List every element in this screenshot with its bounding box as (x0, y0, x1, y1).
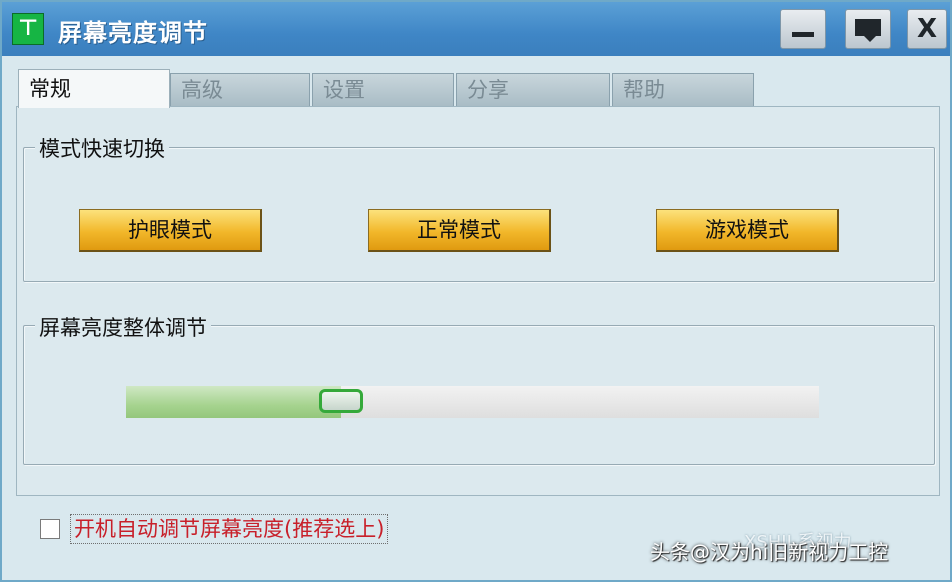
brightness-slider[interactable] (126, 386, 819, 418)
tab-label: 帮助 (623, 78, 665, 102)
tab-general[interactable]: 常规 (18, 69, 170, 108)
minimize-button[interactable] (780, 9, 826, 49)
tab-advanced[interactable]: 高级 (170, 73, 310, 106)
brightness-group-legend: 屏幕亮度整体调节 (35, 312, 211, 342)
title-bar[interactable]: ⊤ 屏幕亮度调节 X (2, 2, 950, 56)
tab-label: 高级 (181, 78, 223, 102)
minimize-icon (792, 31, 814, 37)
tab-label: 常规 (29, 77, 71, 101)
mode-group-legend: 模式快速切换 (35, 133, 169, 163)
window-title: 屏幕亮度调节 (58, 19, 208, 47)
eye-care-mode-button[interactable]: 护眼模式 (79, 209, 262, 252)
monitor-green-icon: ⊤ (12, 13, 44, 45)
autostart-checkbox[interactable] (40, 519, 60, 539)
brightness-slider-thumb[interactable] (319, 389, 363, 413)
tab-settings[interactable]: 设置 (312, 73, 454, 106)
game-mode-button[interactable]: 游戏模式 (656, 209, 839, 252)
tab-label: 分享 (467, 78, 509, 102)
feedback-button[interactable] (845, 9, 891, 49)
normal-mode-button[interactable]: 正常模式 (368, 209, 551, 252)
feedback-icon (855, 18, 881, 42)
autostart-option[interactable]: 开机自动调节屏幕亮度(推荐选上) (40, 514, 389, 544)
tab-panel-general: 模式快速切换 护眼模式 正常模式 游戏模式 屏幕亮度整体调节 (16, 106, 940, 496)
brightness-slider-fill (126, 386, 341, 418)
close-button[interactable]: X (907, 9, 947, 49)
autostart-label[interactable]: 开机自动调节屏幕亮度(推荐选上) (70, 514, 389, 544)
tab-share[interactable]: 分享 (456, 73, 610, 106)
app-window: ⊤ 屏幕亮度调节 X 常规 高级 设置 分享 帮助 模式快速切换 护眼模式 正常… (0, 0, 952, 582)
tab-label: 设置 (323, 78, 365, 102)
watermark-text: 头条@汉为hi旧新视力工控 (650, 540, 889, 564)
tab-help[interactable]: 帮助 (612, 73, 754, 106)
close-icon: X (916, 14, 938, 44)
